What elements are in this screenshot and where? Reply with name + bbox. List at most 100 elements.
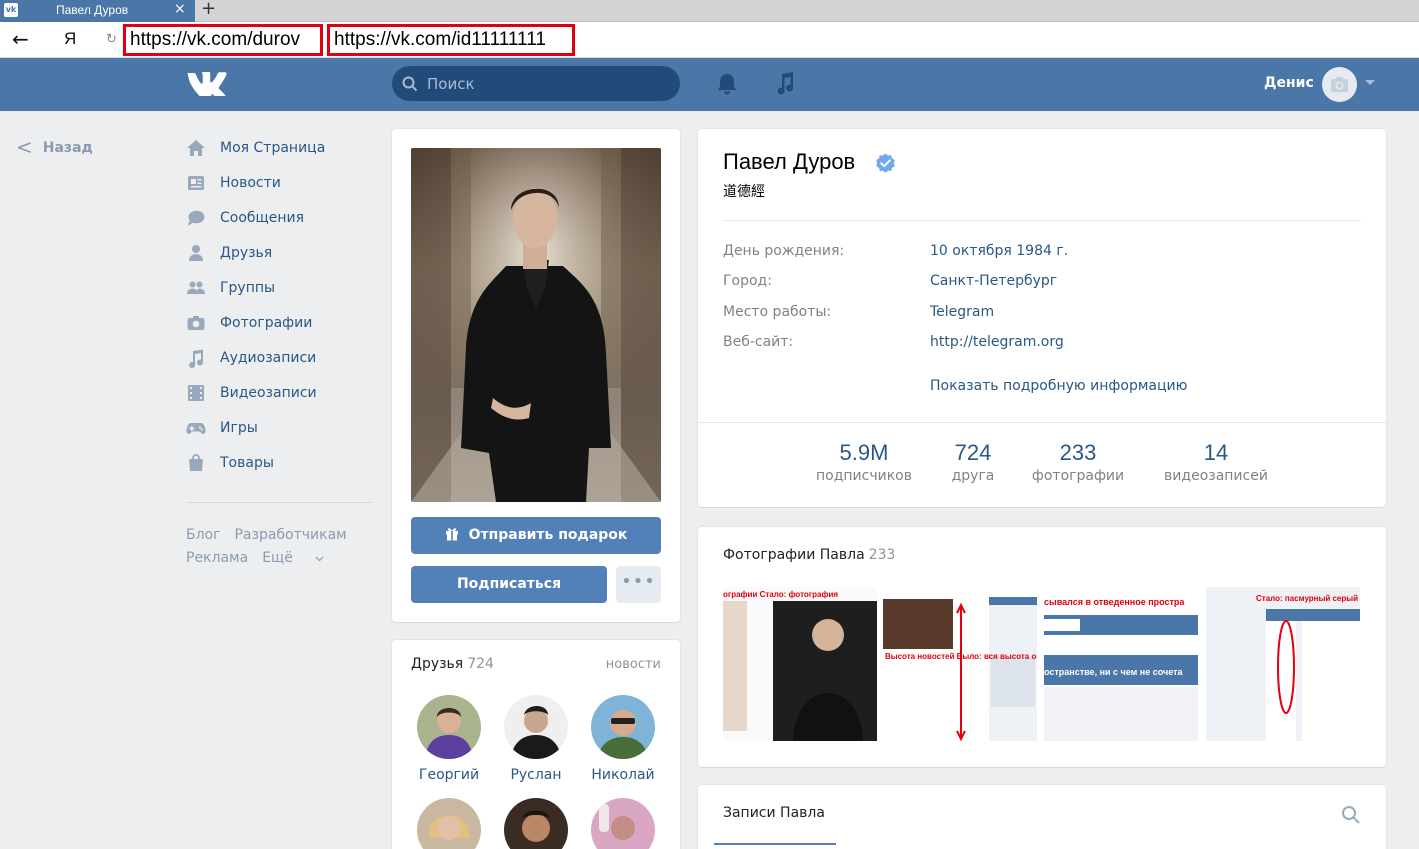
messages-icon xyxy=(188,210,205,226)
sidebar-item-label: Новости xyxy=(220,174,281,191)
news-icon xyxy=(188,175,204,190)
counter-value: 233 xyxy=(1059,440,1097,465)
friends-count: 724 xyxy=(467,656,494,672)
back-link[interactable]: < Назад xyxy=(16,133,93,159)
profile-status: 道德經 xyxy=(723,184,765,200)
friend-item[interactable] xyxy=(496,798,576,849)
friends-news-link[interactable]: новости xyxy=(606,657,661,672)
info-value[interactable]: http://telegram.org xyxy=(930,334,1064,350)
music-icon xyxy=(189,349,204,368)
friends-title-label: Друзья xyxy=(411,656,464,672)
sidebar-item-messages[interactable]: Сообщения xyxy=(186,200,376,235)
send-gift-label: Отправить подарок xyxy=(468,527,628,543)
footer-link-more[interactable]: Ещё xyxy=(262,550,324,566)
music-icon[interactable] xyxy=(774,71,796,95)
market-icon xyxy=(189,453,203,471)
sidebar-item-label: Товары xyxy=(220,454,274,471)
search-icon[interactable] xyxy=(1341,805,1361,825)
wall-tab-posts[interactable]: Записи Павла xyxy=(723,805,825,821)
browser-tabstrip: vk Павел Дуров × + xyxy=(0,0,1419,22)
vk-header: Поиск Денис xyxy=(0,58,1419,111)
friend-item[interactable]: Георгий xyxy=(409,695,489,783)
tab-close-icon[interactable]: × xyxy=(174,1,186,17)
thumb-caption: сывался в отведенное простра xyxy=(1044,597,1185,607)
search-box[interactable]: Поиск xyxy=(392,66,680,101)
sidebar-item-label: Видеозаписи xyxy=(220,384,317,401)
counter-videos[interactable]: 14 видеозаписей xyxy=(1158,440,1274,484)
photo-thumb[interactable]: ографии Стало: фотография xyxy=(723,587,877,741)
sidebar-item-label: Моя Страница xyxy=(220,139,326,156)
friend-name: Георгий xyxy=(418,767,480,783)
send-gift-button[interactable]: Отправить подарок xyxy=(411,517,661,554)
info-value[interactable]: 10 октября 1984 г. xyxy=(930,243,1068,259)
vk-logo-icon[interactable] xyxy=(186,70,228,96)
show-full-info-link[interactable]: Показать подробную информацию xyxy=(930,378,1187,394)
subscribe-button[interactable]: Подписаться xyxy=(411,566,607,603)
sidebar-item-friends[interactable]: Друзья xyxy=(186,235,376,270)
sidebar-item-label: Игры xyxy=(220,419,258,436)
sidebar-item-label: Сообщения xyxy=(220,209,305,226)
sidebar-footer: Блог Разработчикам Реклама Ещё xyxy=(186,524,376,570)
photo-thumb-image: Стало: пасмурный серый xyxy=(1206,587,1360,741)
bell-icon[interactable] xyxy=(716,72,738,96)
camera-icon xyxy=(1331,77,1348,92)
profile-photo-card: Отправить подарок Подписаться ••• xyxy=(392,129,680,622)
sidebar-item-audio[interactable]: Аудиозаписи xyxy=(186,340,376,375)
video-icon xyxy=(188,384,204,401)
sidebar-item-groups[interactable]: Группы xyxy=(186,270,376,305)
friend-item[interactable] xyxy=(409,798,489,849)
photo-thumb[interactable]: Высота новостей Было: вся высота окна Ст… xyxy=(883,587,1037,741)
back-link-label: Назад xyxy=(42,140,93,156)
browser-tab-active[interactable]: vk Павел Дуров × xyxy=(0,0,195,22)
more-actions-button[interactable]: ••• xyxy=(616,566,661,603)
sidebar-item-photos[interactable]: Фотографии xyxy=(186,305,376,340)
footer-link-blog[interactable]: Блог xyxy=(186,527,220,543)
chevron-down-icon[interactable] xyxy=(1365,80,1375,85)
counter-value: 14 xyxy=(1203,440,1229,465)
profile-photo[interactable] xyxy=(411,148,661,502)
url-field-vanity[interactable]: https://vk.com/durov xyxy=(123,24,323,56)
sidebar-item-market[interactable]: Товары xyxy=(186,445,376,480)
url-field-id[interactable]: https://vk.com/id11111111 xyxy=(327,24,575,56)
friend-name: Николай xyxy=(591,767,655,783)
counter-photos[interactable]: 233 фотографии xyxy=(1028,440,1128,484)
friend-item[interactable]: Николай xyxy=(583,695,663,783)
reload-icon[interactable]: ↻ xyxy=(106,32,117,47)
profile-photo-image xyxy=(411,148,661,502)
photo-thumb[interactable]: Стало: пасмурный серый xyxy=(1206,587,1360,741)
vk-favicon-icon: vk xyxy=(4,3,18,17)
sidebar-item-label: Аудиозаписи xyxy=(220,349,317,366)
sidebar-item-video[interactable]: Видеозаписи xyxy=(186,375,376,410)
counter-friends[interactable]: 724 друга xyxy=(943,440,1003,484)
friend-avatar xyxy=(504,695,568,759)
info-value[interactable]: Санкт-Петербург xyxy=(930,273,1057,289)
yandex-logo-icon[interactable]: Я xyxy=(64,29,76,49)
friend-item[interactable]: Руслан xyxy=(496,695,576,783)
sidebar-item-news[interactable]: Новости xyxy=(186,165,376,200)
verified-icon[interactable] xyxy=(875,153,896,174)
browser-back-icon[interactable]: ← xyxy=(12,27,29,51)
info-value[interactable]: Telegram xyxy=(930,304,994,320)
header-avatar[interactable] xyxy=(1322,67,1357,102)
sidebar-item-my-page[interactable]: Моя Страница xyxy=(186,130,376,165)
address-bar: ← Я ↻ https://vk.com/durov https://vk.co… xyxy=(0,22,1419,58)
footer-link-developers[interactable]: Разработчикам xyxy=(234,527,346,543)
friend-name: Руслан xyxy=(510,767,562,783)
chevron-down-icon xyxy=(315,556,324,562)
counter-label: фотографии xyxy=(1031,468,1125,484)
sidebar-divider xyxy=(186,502,372,503)
friend-avatar xyxy=(591,695,655,759)
photo-thumb[interactable]: сывался в отведенное простра остранстве,… xyxy=(1044,587,1198,741)
footer-link-ads[interactable]: Реклама xyxy=(186,550,248,566)
sidebar-item-games[interactable]: Игры xyxy=(186,410,376,445)
new-tab-icon[interactable]: + xyxy=(201,0,216,19)
profile-name: Павел Дуров xyxy=(723,149,856,174)
header-user-name[interactable]: Денис xyxy=(1264,75,1314,91)
photos-title[interactable]: Фотографии Павла 233 xyxy=(723,547,895,563)
counters-separator xyxy=(698,422,1386,423)
photo-thumb-image: Высота новостей Было: вся высота окна Ст… xyxy=(883,587,1037,741)
info-key: Веб-сайт: xyxy=(723,334,794,350)
friends-title[interactable]: Друзья 724 xyxy=(411,656,494,672)
counter-followers[interactable]: 5.9M подписчиков xyxy=(814,440,914,484)
friend-item[interactable] xyxy=(583,798,663,849)
